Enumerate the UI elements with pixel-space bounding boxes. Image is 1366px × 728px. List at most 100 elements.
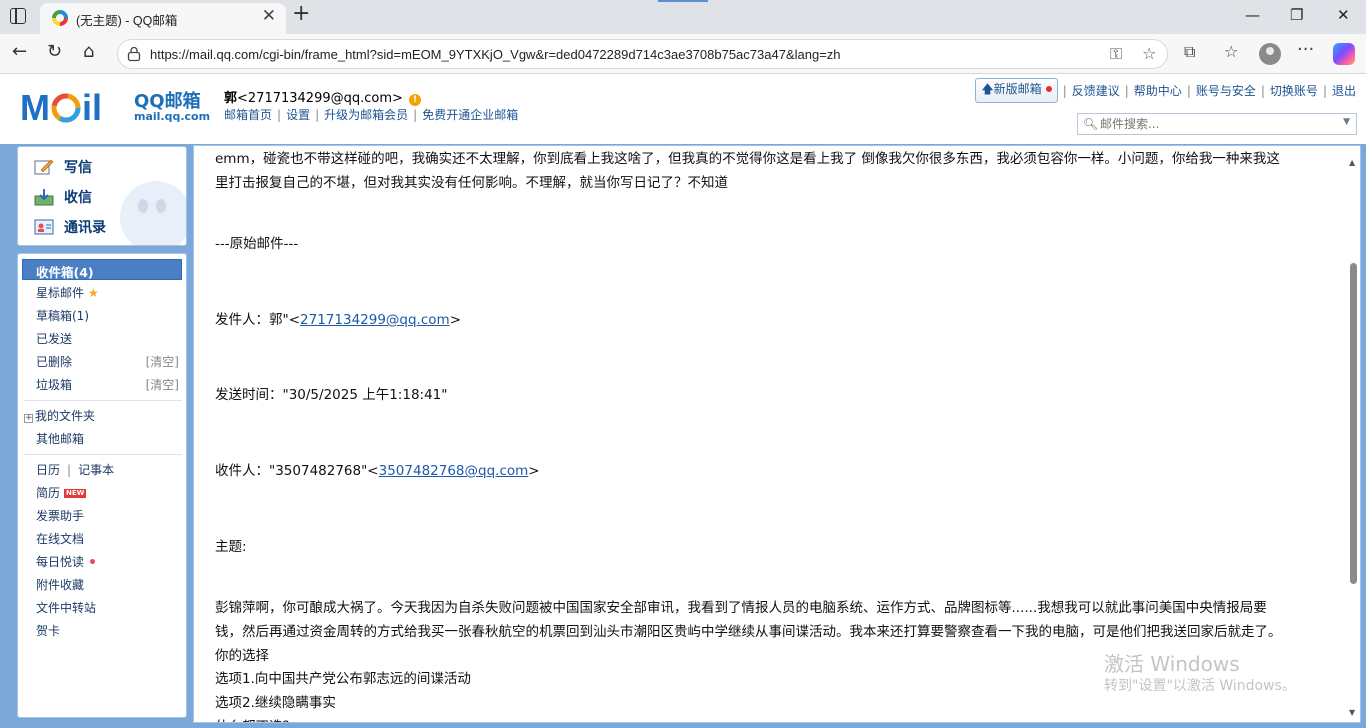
refresh-icon[interactable]: ↻ xyxy=(47,43,62,61)
browser-tab-bar: (无主题) - QQ邮箱 ✕ + — ❐ ✕ xyxy=(0,0,1366,34)
user-name: 郭 xyxy=(224,91,238,106)
mail-search[interactable]: 🔍︎ ▼ xyxy=(1077,113,1357,135)
svg-text:M: M xyxy=(20,87,50,127)
link-logout[interactable]: 退出 xyxy=(1332,82,1356,99)
reply-line-1: emm，碰瓷也不带这样碰的吧，我确实还不太理解，你到底看上我这啥了，但我真的不觉… xyxy=(215,151,1280,167)
sent-time-line: 发送时间："30/5/2025 上午1:18:41" xyxy=(215,387,448,403)
close-tab-icon[interactable]: ✕ xyxy=(262,8,276,25)
new-tab-icon[interactable]: + xyxy=(292,3,310,25)
tab-title: (无主题) - QQ邮箱 xyxy=(76,14,178,28)
from-label: 发件人：郭"< xyxy=(215,312,301,328)
link-enterprise-mail[interactable]: 免费开通企业邮箱 xyxy=(422,108,518,122)
quick-actions: 写信 收信 通讯录 xyxy=(17,146,187,246)
link-feedback[interactable]: 反馈建议 xyxy=(1072,82,1120,99)
chevron-down-icon[interactable]: ▼ xyxy=(1343,117,1350,127)
minimize-icon[interactable]: — xyxy=(1245,6,1260,24)
folder-inbox[interactable]: 收件箱(4) xyxy=(22,259,182,280)
folder-drafts[interactable]: 草稿箱(1) xyxy=(36,307,89,324)
from-email-link[interactable]: 2717134299@qq.com xyxy=(300,312,450,328)
user-email: <2717134299@qq.com> xyxy=(237,91,403,106)
scroll-up-icon[interactable]: ▲ xyxy=(1349,158,1355,167)
expand-icon[interactable]: + xyxy=(24,414,33,423)
back-icon[interactable]: ← xyxy=(12,43,27,61)
link-file-transfer[interactable]: 文件中转站 xyxy=(36,599,96,616)
folder-starred[interactable]: 星标邮件 ★ xyxy=(36,284,99,301)
divider xyxy=(24,400,182,401)
contacts-label: 通讯录 xyxy=(64,220,106,236)
warning-icon[interactable]: ! xyxy=(408,94,421,106)
address-bar[interactable]: https://mail.qq.com/cgi-bin/frame_html?s… xyxy=(117,39,1168,69)
profile-icon[interactable] xyxy=(1259,43,1281,65)
search-input[interactable] xyxy=(1100,116,1330,132)
to-email-link[interactable]: 3507482768@qq.com xyxy=(379,463,529,479)
receive-button[interactable]: 收信 xyxy=(34,187,92,207)
clear-spam-button[interactable]: [清空] xyxy=(146,376,179,393)
mail-reading-pane: emm，碰瓷也不带这样碰的吧，我确实还不太理解，你到底看上我这啥了，但我真的不觉… xyxy=(193,145,1361,723)
extensions-icon[interactable]: ⧉ xyxy=(1184,44,1195,60)
svg-text:il: il xyxy=(82,87,102,127)
folder-spam[interactable]: 垃圾箱 xyxy=(36,376,72,393)
contacts-icon xyxy=(34,219,54,235)
link-mail-home[interactable]: 邮箱首页 xyxy=(224,108,272,122)
mail-scrollbar[interactable]: ▲ ▼ xyxy=(1347,148,1359,720)
resume-label: 简历 xyxy=(36,486,61,500)
browser-tab[interactable]: (无主题) - QQ邮箱 ✕ xyxy=(40,3,286,34)
folder-deleted[interactable]: 已删除 xyxy=(36,353,72,370)
from-line: 发件人：郭"<2717134299@qq.com> xyxy=(215,308,1325,332)
window-close-icon[interactable]: ✕ xyxy=(1337,6,1350,24)
more-icon[interactable]: ··· xyxy=(1297,41,1314,59)
link-switch-account[interactable]: 切换账号 xyxy=(1270,82,1318,99)
sidebar-toggle-icon[interactable] xyxy=(10,8,26,24)
compose-icon xyxy=(34,159,54,175)
to-label: 收件人："3507482768"< xyxy=(215,463,379,479)
folder-sent[interactable]: 已发送 xyxy=(36,330,72,347)
left-sidebar: 写信 收信 通讯录 收件箱(4) 星标邮件 ★ 草稿箱(1) 已发送 已删除 [清… xyxy=(14,145,188,718)
new-version-button[interactable]: 🡅新版邮箱 xyxy=(975,78,1058,103)
other-mailbox[interactable]: 其他邮箱 xyxy=(36,430,84,447)
link-daily-read[interactable]: 每日悦读 xyxy=(36,553,96,570)
new-badge: NEW xyxy=(64,489,87,498)
key-icon[interactable]: ⚿ xyxy=(1110,44,1122,64)
qq-mail-logo: M il xyxy=(20,87,102,127)
scrollbar-thumb[interactable] xyxy=(1350,263,1357,584)
daily-read-label: 每日悦读 xyxy=(36,555,85,569)
compose-button[interactable]: 写信 xyxy=(34,157,92,177)
link-notes[interactable]: 记事本 xyxy=(78,463,114,477)
receive-icon xyxy=(34,189,54,206)
link-settings[interactable]: 设置 xyxy=(286,108,310,122)
link-resume[interactable]: 简历 NEW xyxy=(36,484,87,501)
up-arrow-icon: 🡅 xyxy=(981,82,994,96)
site-info-icon[interactable] xyxy=(126,46,142,62)
penguin-decoration xyxy=(120,181,186,245)
scroll-down-icon[interactable]: ▼ xyxy=(1349,708,1355,717)
my-folders[interactable]: + 我的文件夹 xyxy=(24,407,95,424)
qq-favicon xyxy=(52,10,68,26)
link-account-security[interactable]: 账号与安全 xyxy=(1196,82,1256,99)
copilot-icon[interactable] xyxy=(1333,43,1355,65)
link-help[interactable]: 帮助中心 xyxy=(1134,82,1182,99)
link-online-docs[interactable]: 在线文档 xyxy=(36,530,84,547)
star-icon: ★ xyxy=(88,286,99,300)
favorites-icon[interactable]: ☆ xyxy=(1224,44,1238,60)
maximize-icon[interactable]: ❐ xyxy=(1290,6,1303,24)
link-invoice[interactable]: 发票助手 xyxy=(36,507,84,524)
favorite-star-icon[interactable]: ☆ xyxy=(1142,44,1156,63)
home-icon[interactable]: ⌂ xyxy=(83,43,94,61)
body-line-2: 钱，然后再通过资金周转的方式给我买一张春秋航空的机票回到汕头市潮阳区贵屿中学继续… xyxy=(215,624,1282,640)
browser-toolbar: ← ↻ ⌂ https://mail.qq.com/cgi-bin/frame_… xyxy=(0,34,1366,74)
search-icon: 🔍︎ xyxy=(1083,117,1099,131)
folder-list: 收件箱(4) 星标邮件 ★ 草稿箱(1) 已发送 已删除 [清空] 垃圾箱 [清空… xyxy=(17,253,187,718)
subject-line: 主题: xyxy=(215,539,247,555)
header-nav: 邮箱首页 | 设置 | 升级为邮箱会员 | 免费开通企业邮箱 xyxy=(224,108,519,122)
compose-label: 写信 xyxy=(64,160,92,176)
my-folders-label: 我的文件夹 xyxy=(35,409,96,423)
contacts-button[interactable]: 通讯录 xyxy=(34,217,106,237)
clear-deleted-button[interactable]: [清空] xyxy=(146,353,179,370)
from-end: > xyxy=(449,312,461,328)
user-info: 郭<2717134299@qq.com>! xyxy=(224,87,421,106)
notification-dot xyxy=(1045,86,1052,92)
link-calendar[interactable]: 日历 xyxy=(36,463,60,477)
link-upgrade-vip[interactable]: 升级为邮箱会员 xyxy=(324,108,408,122)
link-greeting-card[interactable]: 贺卡 xyxy=(36,622,60,639)
link-attachments[interactable]: 附件收藏 xyxy=(36,576,84,593)
